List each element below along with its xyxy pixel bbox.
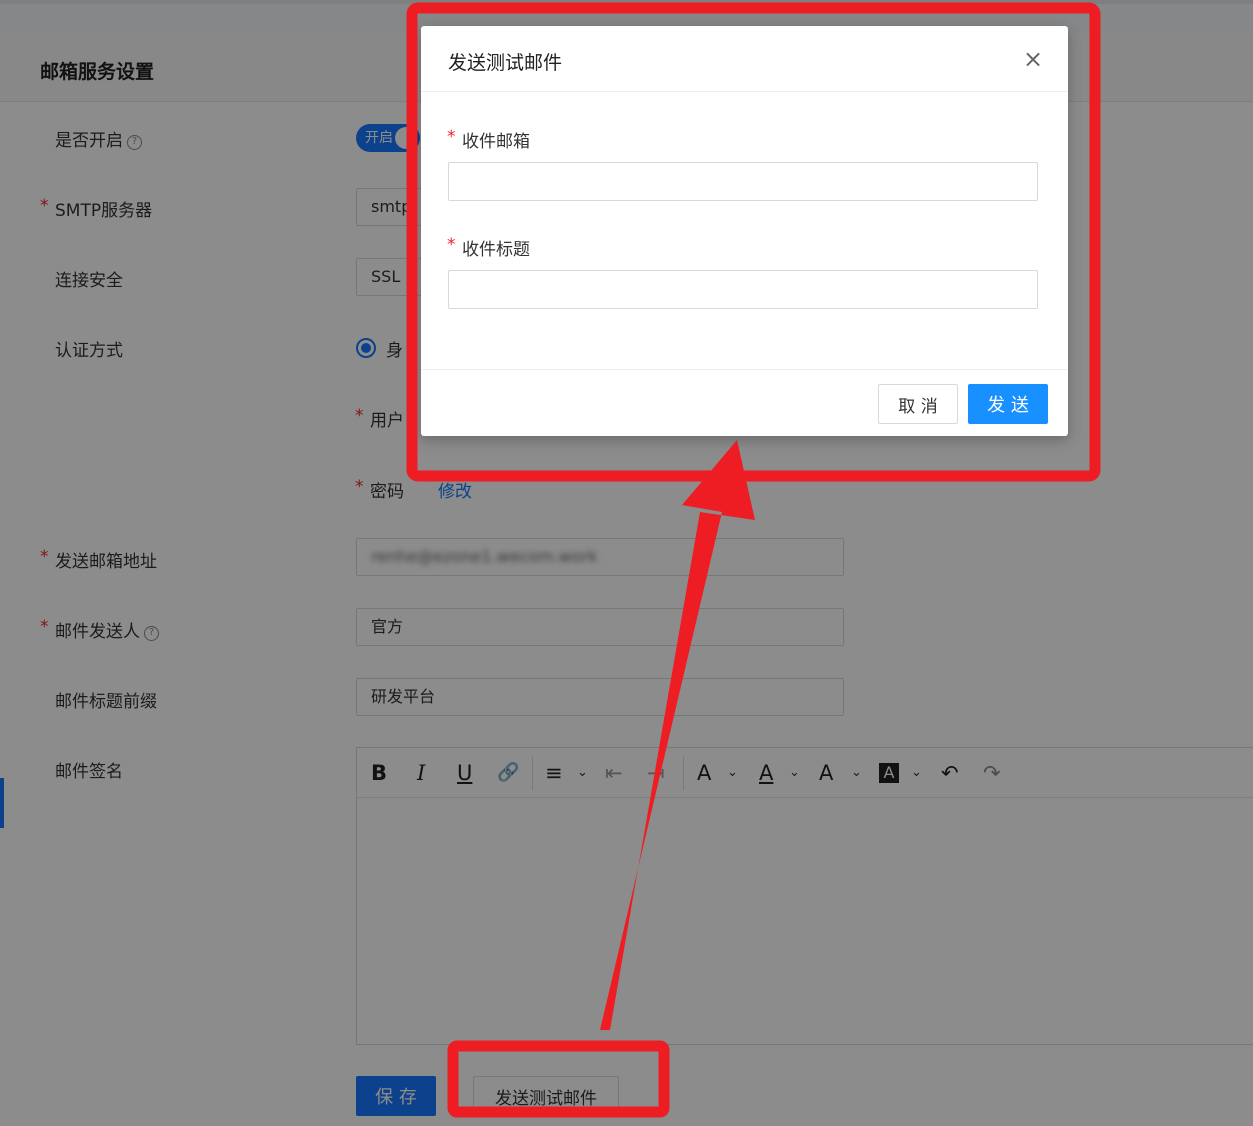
dialog-title: 发送测试邮件 [448,52,563,74]
cancel-button[interactable]: 取 消 [878,384,958,424]
dialog-footer: 取 消 发 送 [421,369,1068,436]
required-mark: * [447,127,456,147]
close-icon[interactable]: × [1023,46,1043,72]
send-button[interactable]: 发 送 [968,384,1048,424]
recipient-email-input[interactable] [448,162,1038,201]
send-test-mail-dialog: 发送测试邮件 × * 收件邮箱 * 收件标题 取 消 发 送 [421,26,1068,436]
dialog-header: 发送测试邮件 × [421,26,1068,92]
label-recipient: * 收件邮箱 [447,127,530,152]
mail-subject-input[interactable] [448,270,1038,309]
label-subject: * 收件标题 [447,235,530,260]
required-mark: * [447,235,456,255]
